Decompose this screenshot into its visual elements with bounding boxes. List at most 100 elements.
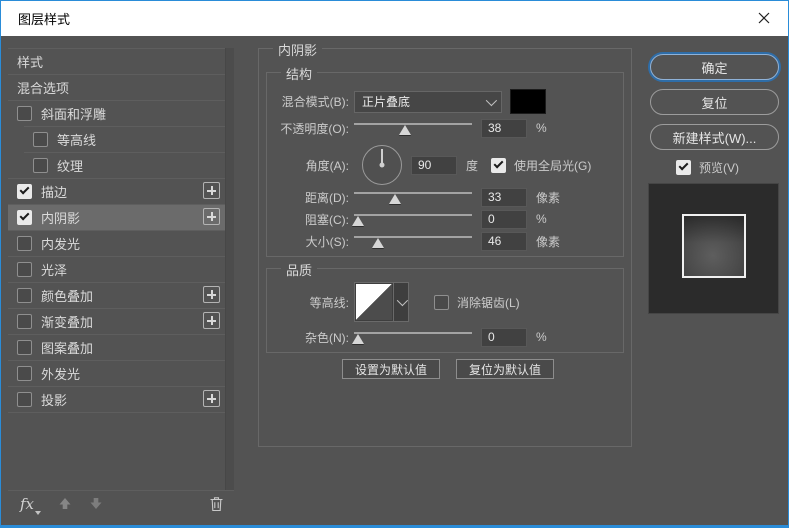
blend-mode-label: 混合模式(B):	[275, 93, 349, 110]
quality-group-title: 品质	[281, 260, 317, 279]
global-light-label: 使用全局光(G)	[514, 157, 591, 174]
stroke-add-instance-button[interactable]	[203, 182, 220, 199]
sidebar-footer: fx	[8, 490, 234, 516]
antialias-checkbox[interactable]	[434, 295, 449, 310]
outer-glow-enable-checkbox[interactable]	[17, 366, 32, 381]
inner-shadow-enable-checkbox[interactable]	[17, 210, 32, 225]
contour-label: 等高线:	[275, 294, 349, 311]
contour-enable-checkbox[interactable]	[33, 132, 48, 147]
distance-slider[interactable]	[354, 189, 472, 205]
sidebar-item-label: 纹理	[57, 156, 83, 175]
reset-to-default-button[interactable]: 复位为默认值	[456, 359, 554, 379]
style-preview-square	[682, 214, 746, 278]
choke-slider[interactable]	[354, 211, 472, 227]
contour-picker[interactable]	[354, 282, 409, 322]
stroke-enable-checkbox[interactable]	[17, 184, 32, 199]
move-effect-down-button[interactable]	[89, 497, 103, 510]
distance-input[interactable]: 33	[481, 188, 527, 207]
blend-mode-value: 正片叠底	[362, 93, 410, 110]
sidebar-item-satin[interactable]: 光泽	[8, 256, 225, 282]
size-slider-thumb[interactable]	[372, 238, 384, 248]
sidebar-scrollbar[interactable]	[225, 48, 234, 490]
move-effect-up-button[interactable]	[58, 497, 72, 510]
opacity-slider-track	[354, 123, 472, 125]
gradient-overlay-enable-checkbox[interactable]	[17, 314, 32, 329]
sidebar-item-label: 混合选项	[17, 78, 69, 97]
angle-dial-hub	[380, 163, 385, 168]
choke-slider-track	[354, 214, 472, 216]
defaults-button-row: 设置为默认值 复位为默认值	[342, 359, 554, 379]
sidebar-item-inner-shadow[interactable]: 内阴影	[8, 204, 225, 230]
blend-mode-select[interactable]: 正片叠底	[354, 91, 502, 113]
sidebar-item-label: 斜面和浮雕	[41, 104, 106, 123]
opacity-slider[interactable]	[354, 120, 472, 136]
noise-input[interactable]: 0	[481, 328, 527, 347]
size-unit: 像素	[536, 233, 560, 250]
gradient-overlay-add-instance-button[interactable]	[203, 312, 220, 329]
distance-label: 距离(D):	[275, 189, 349, 206]
distance-slider-thumb[interactable]	[389, 194, 401, 204]
shadow-color-swatch[interactable]	[510, 89, 546, 114]
choke-slider-thumb[interactable]	[352, 216, 364, 226]
structure-group-title: 结构	[281, 64, 317, 83]
ok-button[interactable]: 确定	[650, 54, 779, 80]
sidebar-item-label: 内阴影	[41, 208, 80, 227]
delete-effect-button[interactable]	[209, 496, 224, 517]
opacity-unit: %	[536, 121, 547, 135]
new-style-button[interactable]: 新建样式(W)...	[650, 124, 779, 150]
size-input[interactable]: 46	[481, 232, 527, 251]
size-slider[interactable]	[354, 233, 472, 249]
drop-shadow-enable-checkbox[interactable]	[17, 392, 32, 407]
trash-icon	[209, 496, 224, 512]
structure-group: 结构 混合模式(B): 正片叠底 不透明度(O): 38 % 角度(A):	[266, 72, 624, 257]
fx-effects-menu-button[interactable]: fx	[20, 495, 41, 513]
preview-checkbox[interactable]	[676, 160, 691, 175]
opacity-slider-thumb[interactable]	[399, 125, 411, 135]
noise-slider[interactable]	[354, 329, 472, 345]
color-overlay-enable-checkbox[interactable]	[17, 288, 32, 303]
sidebar-item-color-overlay[interactable]: 颜色叠加	[8, 282, 225, 308]
bevel-emboss-enable-checkbox[interactable]	[17, 106, 32, 121]
sidebar-item-label: 样式	[17, 52, 43, 71]
sidebar-item-texture[interactable]: 纹理	[8, 152, 225, 178]
size-label: 大小(S):	[275, 233, 349, 250]
sidebar-item-label: 内发光	[41, 234, 80, 253]
sidebar-item-pattern-overlay[interactable]: 图案叠加	[8, 334, 225, 360]
sidebar-item-label: 颜色叠加	[41, 286, 93, 305]
sidebar-item-stroke[interactable]: 描边	[8, 178, 225, 204]
sidebar-item-label: 光泽	[41, 260, 67, 279]
sidebar-item-contour[interactable]: 等高线	[8, 126, 225, 152]
sidebar-item-blending-options[interactable]: 混合选项	[8, 74, 225, 100]
inner-glow-enable-checkbox[interactable]	[17, 236, 32, 251]
panel-title: 内阴影	[273, 40, 322, 59]
angle-input[interactable]: 90	[411, 156, 457, 175]
drop-shadow-add-instance-button[interactable]	[203, 390, 220, 407]
contour-dropdown-button[interactable]	[393, 283, 408, 321]
texture-enable-checkbox[interactable]	[33, 158, 48, 173]
inner-shadow-add-instance-button[interactable]	[203, 208, 220, 225]
sidebar-item-outer-glow[interactable]: 外发光	[8, 360, 225, 386]
choke-label: 阻塞(C):	[275, 211, 349, 228]
sidebar-item-inner-glow[interactable]: 内发光	[8, 230, 225, 256]
sidebar-item-styles[interactable]: 样式	[8, 48, 225, 74]
reset-button[interactable]: 复位	[650, 89, 779, 115]
global-light-checkbox[interactable]	[491, 158, 506, 173]
preview-toggle-row: 预览(V)	[676, 159, 739, 176]
choke-input[interactable]: 0	[481, 210, 527, 229]
sidebar-item-drop-shadow[interactable]: 投影	[8, 386, 225, 412]
opacity-input[interactable]: 38	[481, 119, 527, 138]
sidebar-item-bevel-emboss[interactable]: 斜面和浮雕	[8, 100, 225, 126]
pattern-overlay-enable-checkbox[interactable]	[17, 340, 32, 355]
angle-dial[interactable]	[362, 145, 402, 185]
sidebar-item-label: 外发光	[41, 364, 80, 383]
chevron-down-icon	[397, 295, 408, 306]
set-as-default-button[interactable]: 设置为默认值	[342, 359, 440, 379]
sidebar-item-label: 渐变叠加	[41, 312, 93, 331]
chevron-down-icon	[486, 94, 497, 105]
close-button[interactable]	[741, 0, 787, 35]
contour-thumbnail[interactable]	[356, 284, 392, 320]
satin-enable-checkbox[interactable]	[17, 262, 32, 277]
sidebar-item-gradient-overlay[interactable]: 渐变叠加	[8, 308, 225, 334]
color-overlay-add-instance-button[interactable]	[203, 286, 220, 303]
noise-slider-thumb[interactable]	[352, 334, 364, 344]
